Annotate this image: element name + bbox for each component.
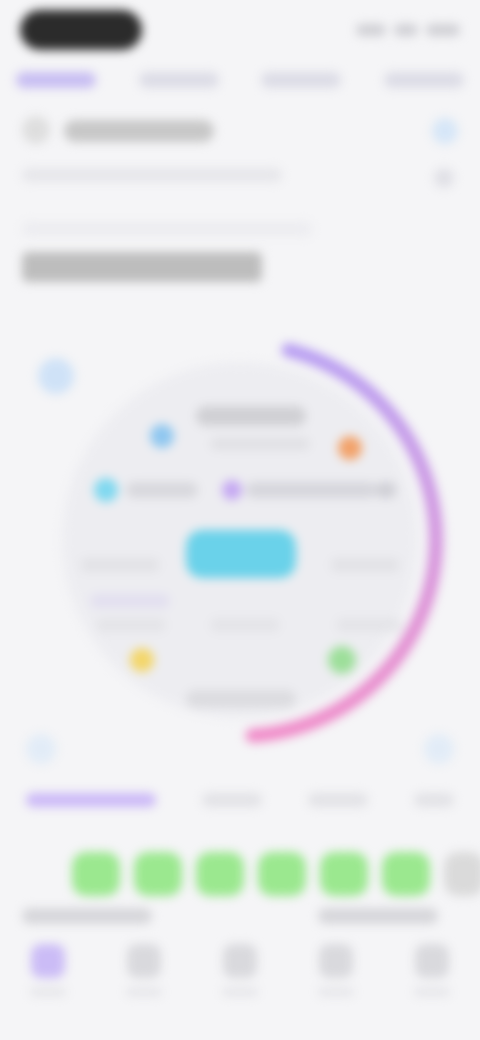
chip[interactable] [202, 793, 262, 807]
dial-row [126, 482, 198, 498]
card-description-line [22, 168, 282, 182]
top-tabs [16, 64, 464, 96]
bottom-nav [0, 930, 480, 1010]
chip[interactable] [414, 793, 454, 807]
week-strip [72, 852, 480, 896]
card-avatar-icon [22, 116, 50, 144]
nav-label [414, 988, 450, 996]
trophy-icon [319, 944, 353, 978]
dial-row [196, 406, 306, 426]
progress-dial [20, 330, 460, 770]
week-day[interactable] [320, 852, 368, 896]
dial-row [246, 482, 376, 498]
tab-3[interactable] [261, 72, 342, 88]
more-options-icon[interactable] [432, 118, 458, 144]
chip-active[interactable] [26, 793, 156, 807]
dial-row [80, 558, 160, 572]
status-time-pill [20, 10, 142, 50]
card-subtext-line [22, 222, 312, 236]
tab-4[interactable] [383, 72, 464, 88]
status-bar [20, 10, 460, 50]
signal-icon [356, 24, 386, 36]
dial-right-bottom-icon[interactable] [424, 734, 454, 764]
dial-row [330, 558, 400, 572]
tab-1[interactable] [16, 72, 96, 88]
home-icon [31, 944, 65, 978]
nav-label [126, 988, 162, 996]
week-day[interactable] [72, 852, 120, 896]
dial-left-button[interactable] [38, 358, 74, 394]
dial-item-icon[interactable] [94, 478, 118, 502]
wifi-icon [394, 24, 418, 36]
dial-row [96, 618, 166, 632]
dial-row [336, 618, 402, 632]
nav-label [30, 988, 66, 996]
card-title [64, 120, 214, 142]
dial-center-pill[interactable] [186, 530, 296, 578]
nav-label [318, 988, 354, 996]
dial-item-icon[interactable] [130, 648, 154, 672]
section-title [22, 252, 262, 282]
dial-row [210, 618, 280, 632]
profile-icon [415, 944, 449, 978]
summary-row [22, 904, 458, 928]
week-day[interactable] [258, 852, 306, 896]
chart-icon [223, 944, 257, 978]
chip[interactable] [308, 793, 368, 807]
week-day[interactable] [382, 852, 430, 896]
filter-chips [26, 780, 454, 820]
dial-svg [62, 343, 443, 743]
info-icon[interactable] [434, 168, 454, 188]
week-day[interactable] [134, 852, 182, 896]
nav-item-profile[interactable] [404, 944, 460, 996]
week-day[interactable] [444, 852, 480, 896]
dial-row [186, 690, 296, 708]
status-indicators [350, 24, 460, 38]
card-header [22, 110, 458, 150]
nav-item-chart[interactable] [212, 944, 268, 996]
dial-left-bottom-icon[interactable] [26, 734, 56, 764]
dial-item-icon[interactable] [150, 424, 174, 448]
calendar-icon [127, 944, 161, 978]
dial-item-icon[interactable] [338, 436, 362, 460]
tab-2[interactable] [138, 72, 219, 88]
nav-item-calendar[interactable] [116, 944, 172, 996]
dial-item-icon[interactable] [222, 480, 242, 500]
battery-icon [426, 24, 460, 36]
dial-row [376, 482, 396, 498]
summary-right[interactable] [318, 908, 438, 924]
dial-row [210, 438, 310, 450]
nav-item-trophy[interactable] [308, 944, 364, 996]
nav-label [222, 988, 258, 996]
week-day[interactable] [196, 852, 244, 896]
dial-item-icon[interactable] [328, 646, 356, 674]
nav-item-home[interactable] [20, 944, 76, 996]
summary-left [22, 908, 152, 924]
dial-row [90, 594, 170, 608]
